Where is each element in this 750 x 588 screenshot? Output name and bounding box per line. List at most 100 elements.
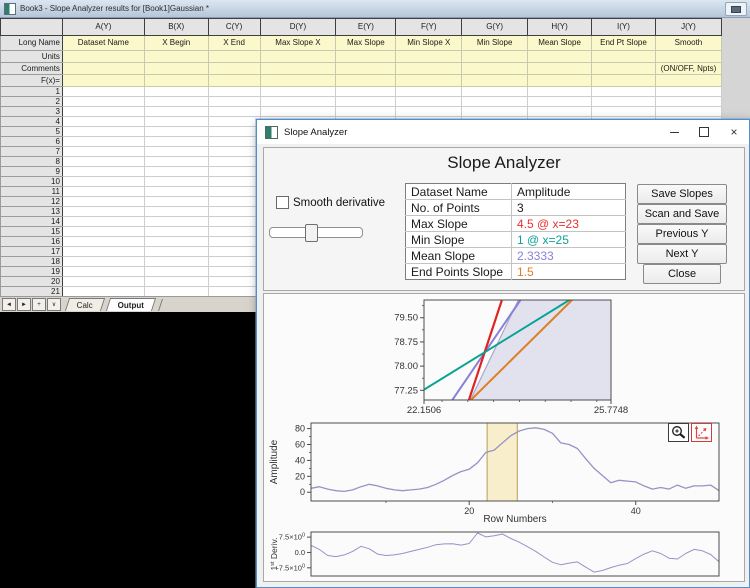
row-number[interactable]: 10 [0, 176, 63, 187]
data-cell[interactable] [207, 226, 261, 237]
row-number[interactable]: 2 [0, 96, 63, 107]
header-cell[interactable] [461, 74, 529, 87]
data-cell[interactable] [207, 236, 261, 247]
header-cell[interactable]: Min Slope X [395, 35, 463, 51]
header-cell[interactable]: Dataset Name [61, 35, 145, 51]
data-cell[interactable] [61, 216, 145, 227]
save-slopes-button[interactable]: Save Slopes [637, 184, 727, 204]
header-cell[interactable]: X End [207, 35, 261, 51]
data-cell[interactable] [527, 86, 593, 97]
header-cell[interactable] [395, 74, 463, 87]
row-number[interactable]: 17 [0, 246, 63, 257]
data-cell[interactable] [207, 196, 261, 207]
data-cell[interactable] [61, 116, 145, 127]
data-cell[interactable] [335, 106, 397, 117]
row-number[interactable]: 8 [0, 156, 63, 167]
row-number[interactable]: 20 [0, 276, 63, 287]
data-cell[interactable] [143, 146, 209, 157]
header-cell[interactable]: X Begin [143, 35, 209, 51]
data-cell[interactable] [395, 106, 463, 117]
data-cell[interactable] [61, 86, 145, 97]
row-number[interactable]: 4 [0, 116, 63, 127]
column-header[interactable]: D(Y) [259, 18, 337, 36]
data-cell[interactable] [207, 106, 261, 117]
scroll-tabs-left-button[interactable]: ◄ [2, 298, 16, 311]
row-number[interactable]: 1 [0, 86, 63, 97]
row-number[interactable]: 18 [0, 256, 63, 267]
data-cell[interactable] [654, 96, 722, 107]
data-cell[interactable] [654, 86, 722, 97]
smooth-derivative-checkbox[interactable]: Smooth derivative [276, 196, 385, 209]
data-cell[interactable] [143, 256, 209, 267]
data-cell[interactable] [527, 96, 593, 107]
row-number[interactable]: 13 [0, 206, 63, 217]
header-cell[interactable] [527, 62, 593, 75]
header-cell[interactable] [335, 62, 397, 75]
worksheet-minimize-button[interactable] [725, 2, 747, 16]
data-cell[interactable] [143, 276, 209, 287]
next-y-button[interactable]: Next Y [637, 244, 727, 264]
data-cell[interactable] [61, 136, 145, 147]
data-cell[interactable] [461, 86, 529, 97]
header-cell[interactable] [143, 62, 209, 75]
header-cell[interactable] [143, 50, 209, 63]
add-sheet-button[interactable]: + [32, 298, 46, 311]
header-cell[interactable] [654, 50, 722, 63]
worksheet-titlebar[interactable]: Book3 - Slope Analyzer results for [Book… [0, 0, 750, 18]
data-cell[interactable] [395, 96, 463, 107]
data-cell[interactable] [207, 86, 261, 97]
row-label[interactable]: Units [0, 50, 63, 63]
header-cell[interactable]: Min Slope [461, 35, 529, 51]
data-cell[interactable] [61, 166, 145, 177]
data-cell[interactable] [591, 106, 656, 117]
data-cell[interactable] [654, 106, 722, 117]
data-cell[interactable] [207, 126, 261, 137]
header-cell[interactable]: Mean Slope [527, 35, 593, 51]
data-cell[interactable] [335, 86, 397, 97]
sheet-tab-output[interactable]: Output [105, 298, 157, 311]
scroll-tabs-right-button[interactable]: ► [17, 298, 31, 311]
header-cell[interactable]: (ON/OFF, Npts) [654, 62, 722, 75]
data-cell[interactable] [207, 216, 261, 227]
data-cell[interactable] [207, 146, 261, 157]
data-cell[interactable] [591, 96, 656, 107]
header-cell[interactable] [259, 50, 337, 63]
column-header[interactable]: G(Y) [461, 18, 529, 36]
row-number[interactable]: 3 [0, 106, 63, 117]
data-cell[interactable] [61, 206, 145, 217]
data-cell[interactable] [61, 286, 145, 296]
column-header[interactable]: B(X) [143, 18, 209, 36]
header-cell[interactable] [461, 50, 529, 63]
data-cell[interactable] [259, 106, 337, 117]
row-number[interactable]: 14 [0, 216, 63, 227]
header-cell[interactable] [335, 74, 397, 87]
data-cell[interactable] [143, 116, 209, 127]
data-cell[interactable] [143, 246, 209, 257]
header-cell[interactable] [259, 74, 337, 87]
close-button[interactable]: Close [643, 264, 721, 284]
data-cell[interactable] [207, 276, 261, 287]
row-label[interactable]: Comments [0, 62, 63, 75]
data-cell[interactable] [143, 86, 209, 97]
data-cell[interactable] [207, 166, 261, 177]
zoom-in-tool-button[interactable] [668, 423, 689, 442]
data-cell[interactable] [207, 206, 261, 217]
header-cell[interactable] [207, 62, 261, 75]
header-cell[interactable]: End Pt Slope [591, 35, 656, 51]
data-cell[interactable] [207, 256, 261, 267]
row-label[interactable]: F(x)= [0, 74, 63, 87]
sheet-list-button[interactable]: ∨ [47, 298, 61, 311]
data-cell[interactable] [207, 186, 261, 197]
row-number[interactable]: 5 [0, 126, 63, 137]
data-cell[interactable] [61, 176, 145, 187]
data-cell[interactable] [61, 266, 145, 277]
header-cell[interactable] [61, 74, 145, 87]
column-header[interactable]: A(Y) [61, 18, 145, 36]
column-header[interactable]: H(Y) [527, 18, 593, 36]
data-cell[interactable] [461, 96, 529, 107]
header-cell[interactable] [395, 50, 463, 63]
data-cell[interactable] [207, 156, 261, 167]
row-number[interactable]: 19 [0, 266, 63, 277]
data-cell[interactable] [61, 196, 145, 207]
data-cell[interactable] [207, 116, 261, 127]
